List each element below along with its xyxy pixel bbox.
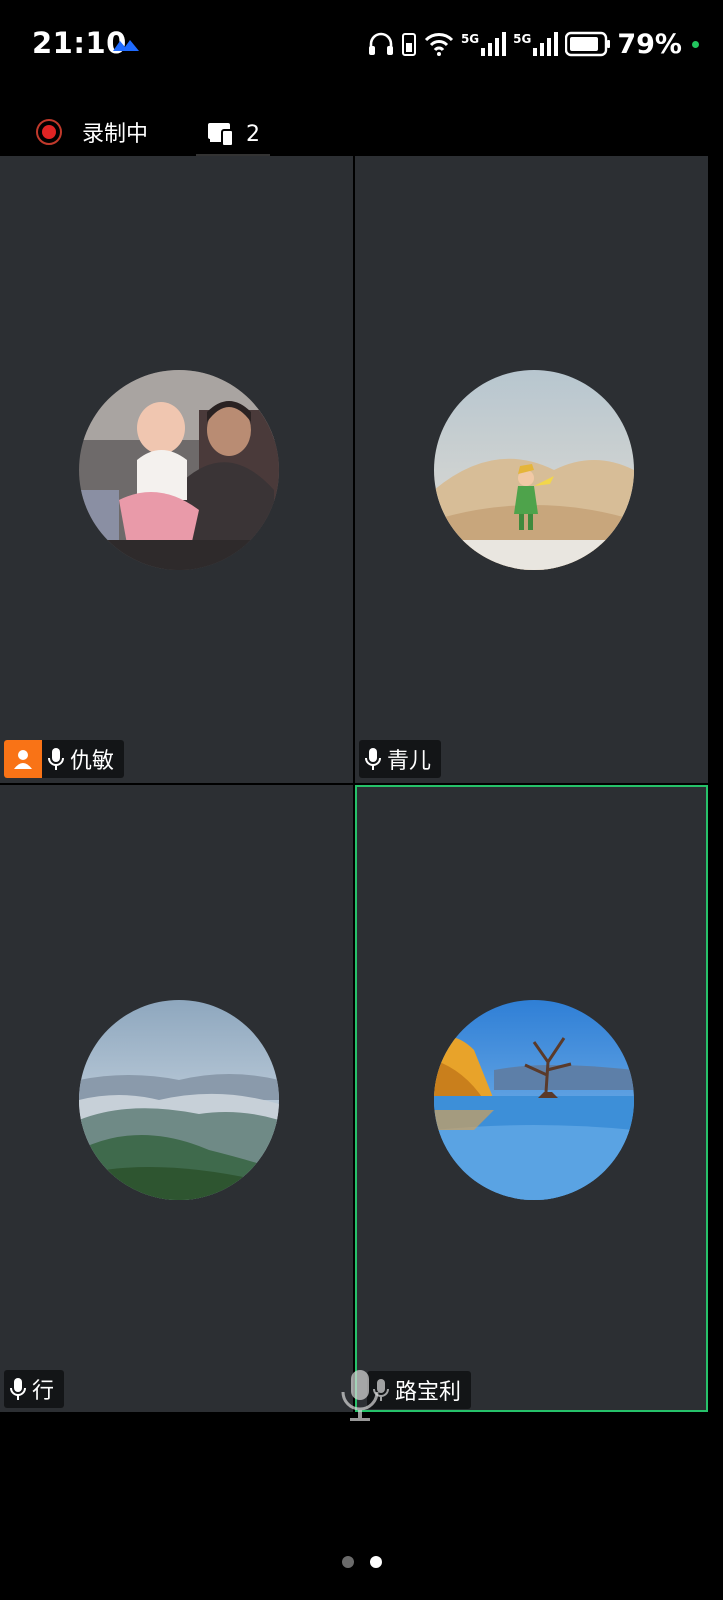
signal-2: 5G — [513, 32, 559, 56]
participant-avatar — [79, 370, 279, 570]
recording-dot-icon — [36, 119, 62, 145]
participant-avatar — [434, 1000, 634, 1200]
network-type-label: 5G — [460, 32, 480, 46]
page-dot-2-current[interactable] — [369, 1556, 382, 1568]
signal-bars-icon — [481, 32, 507, 56]
participant-name: 路宝利 — [395, 1380, 462, 1405]
bottom-area — [0, 1442, 723, 1600]
microphone-icon — [365, 748, 381, 770]
network-type-label: 5G — [513, 32, 532, 46]
shared-screens-button[interactable]: 2 — [196, 114, 270, 156]
participant-tile-active[interactable]: 路宝利 — [355, 785, 708, 1412]
participant-name: 仇敏 — [70, 749, 115, 774]
headphones-icon — [368, 32, 393, 55]
participant-avatar — [434, 370, 634, 570]
status-bar: 21:10 5G 5G 79% — [0, 0, 723, 92]
avatar-photo-grandma-baby — [79, 370, 279, 570]
participant-name-tag: 行 — [4, 1370, 65, 1408]
app-brand-icon — [113, 40, 139, 51]
avatar-photo-lake-tree — [434, 1000, 634, 1200]
participant-name-tag: 青儿 — [359, 740, 442, 778]
status-right-group: 5G 5G 79% — [367, 28, 699, 60]
speaking-microphone-icon — [341, 1370, 379, 1421]
participant-name-tag: 路宝利 — [367, 1371, 472, 1409]
participant-name: 青儿 — [387, 749, 432, 774]
participant-tile[interactable]: 仇敏 — [0, 156, 353, 783]
participant-tile[interactable]: 行 — [0, 785, 353, 1412]
shared-count: 2 — [246, 121, 260, 147]
recording-indicator[interactable]: 录制中 — [36, 116, 148, 148]
participant-grid: 仇敏 青儿 行 路宝利 — [0, 156, 723, 1442]
participant-avatar — [79, 1000, 279, 1200]
microphone-icon — [48, 748, 64, 770]
participant-name: 行 — [32, 1379, 55, 1404]
host-badge-icon — [4, 740, 42, 778]
wifi-icon — [424, 33, 454, 56]
page-indicator[interactable] — [0, 1556, 723, 1568]
participant-tile[interactable]: 青儿 — [355, 156, 708, 783]
avatar-photo-mountains — [79, 1000, 279, 1200]
signal-bars-icon — [533, 32, 559, 56]
devices-icon — [208, 123, 234, 147]
page-dot-1[interactable] — [341, 1556, 354, 1568]
meeting-top-bar: 录制中 2 — [0, 92, 723, 156]
signal-1: 5G — [461, 32, 507, 56]
microphone-icon — [10, 1378, 26, 1400]
avatar-photo-little-prince — [434, 370, 634, 570]
battery-icon — [565, 31, 611, 57]
participant-name-tag: 仇敏 — [4, 740, 125, 778]
phone-battery-icon — [401, 33, 416, 56]
battery-percent: 79% — [617, 28, 682, 60]
privacy-dot — [692, 40, 699, 48]
recording-label: 录制中 — [82, 122, 149, 147]
